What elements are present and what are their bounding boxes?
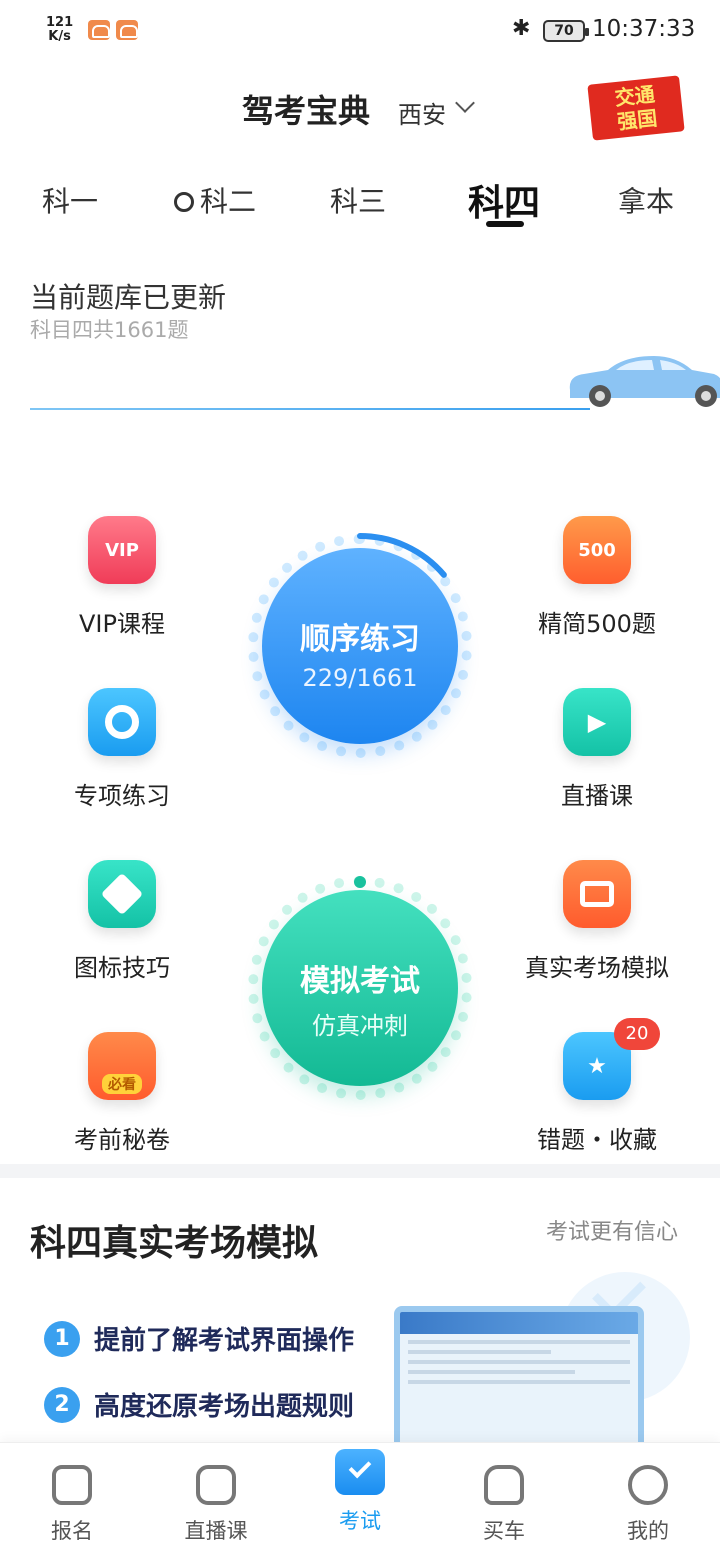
- nav-profile[interactable]: 我的: [576, 1443, 720, 1545]
- update-title: 当前题库已更新: [30, 281, 227, 314]
- form-icon: [52, 1465, 92, 1505]
- vip-course[interactable]: VIP VIP课程: [42, 516, 202, 639]
- live-course-label: 直播课: [561, 782, 633, 810]
- vip-icon-text: VIP: [105, 539, 139, 561]
- secret-paper-icon-text: 必看: [102, 1074, 142, 1094]
- preview-line: [408, 1350, 551, 1354]
- nav-signup[interactable]: 报名: [0, 1443, 144, 1545]
- real-exam-sim-label: 真实考场模拟: [525, 954, 669, 982]
- steering-wheel-icon: [174, 192, 194, 212]
- app-title: 驾考宝典: [242, 92, 371, 130]
- road-sign-icon: [88, 860, 156, 928]
- tab-ke2-label: 科二: [200, 185, 257, 218]
- smile-icon: [628, 1465, 668, 1505]
- jing500-label: 精简500题: [538, 610, 656, 638]
- sign-tips-label: 图标技巧: [74, 954, 170, 982]
- road-sign-glyph: [88, 860, 156, 928]
- simulation-title: 科四真实考场模拟: [30, 1223, 319, 1264]
- sequential-practice-button[interactable]: 顺序练习 229/1661: [262, 548, 458, 744]
- point-text: 高度还原考场出题规则: [94, 1392, 355, 1422]
- tab-ke4[interactable]: 科四: [468, 174, 540, 226]
- preview-title-bar: [400, 1312, 638, 1334]
- update-progress-line: [30, 408, 590, 410]
- target-glyph: [88, 688, 156, 756]
- nav-buy-car-label: 买车: [483, 1519, 525, 1543]
- sequential-practice-progress: 229/1661: [302, 664, 418, 692]
- secret-paper[interactable]: 必看 考前秘卷: [42, 1032, 202, 1155]
- car-nav-icon: [484, 1465, 524, 1505]
- point-number: 2: [44, 1386, 80, 1423]
- battery-icon: 70: [543, 20, 589, 42]
- sign-tips[interactable]: 图标技巧: [42, 860, 202, 983]
- active-tab-indicator: [486, 221, 524, 227]
- point-text: 提前了解考试界面操作: [94, 1326, 355, 1356]
- secret-paper-label: 考前秘卷: [74, 1126, 170, 1154]
- nav-exam[interactable]: 考试: [288, 1443, 432, 1535]
- tab-ke1[interactable]: 科一: [42, 180, 98, 220]
- subject-tabs: 科一 科二 科三 科四 拿本: [0, 170, 720, 230]
- target-icon: [88, 688, 156, 756]
- mock-exam-dot: [354, 876, 366, 888]
- tab-license[interactable]: 拿本: [618, 180, 674, 220]
- tab-ke2[interactable]: 科二: [174, 180, 256, 220]
- sequential-practice-title: 顺序练习: [300, 622, 420, 657]
- nav-buy-car[interactable]: 买车: [432, 1443, 576, 1545]
- 500-icon-text: 500: [578, 539, 616, 561]
- simulation-tag: 考试更有信心: [546, 1220, 679, 1245]
- section-divider: [0, 1164, 720, 1178]
- nav-profile-label: 我的: [627, 1519, 669, 1543]
- preview-line: [408, 1340, 630, 1344]
- network-speed-unit: K/s: [48, 29, 71, 44]
- notification-icon: [88, 20, 110, 40]
- nav-live-label: 直播课: [184, 1519, 248, 1543]
- real-exam-sim[interactable]: 真实考场模拟: [517, 860, 677, 983]
- tv-icon: [196, 1465, 236, 1505]
- chevron-down-icon[interactable]: [455, 93, 475, 113]
- nav-live[interactable]: 直播课: [144, 1443, 288, 1545]
- 500-icon: 500: [563, 516, 631, 584]
- secret-paper-glyph: 必看: [88, 1032, 156, 1100]
- video-icon: ▶: [563, 688, 631, 756]
- video-glyph: ▶: [587, 708, 607, 736]
- simulation-point: 1 提前了解考试界面操作: [44, 1320, 354, 1357]
- vip-course-label: VIP课程: [79, 610, 165, 638]
- mock-exam-title: 模拟考试: [300, 964, 420, 999]
- network-speed-value: 121: [46, 15, 74, 30]
- update-subtitle: 科目四共1661题: [30, 318, 189, 342]
- wrong-count-badge: 20: [614, 1018, 660, 1050]
- nav-signup-label: 报名: [51, 1519, 93, 1543]
- simulation-point: 2 高度还原考场出题规则: [44, 1386, 354, 1423]
- special-practice[interactable]: 专项练习: [42, 688, 202, 811]
- preview-line: [408, 1370, 575, 1374]
- nav-exam-label: 考试: [339, 1509, 381, 1533]
- point-number: 1: [44, 1320, 80, 1357]
- vip-icon: VIP: [88, 516, 156, 584]
- jing500[interactable]: 500 精简500题: [517, 516, 677, 639]
- secret-paper-icon: 必看: [88, 1032, 156, 1100]
- mock-exam-button[interactable]: 模拟考试 仿真冲刺: [262, 890, 458, 1086]
- tab-ke3[interactable]: 科三: [330, 180, 386, 220]
- live-course[interactable]: ▶ 直播课: [517, 688, 677, 811]
- clock: 10:37:33: [592, 16, 696, 42]
- exam-folder-icon: [335, 1449, 385, 1495]
- city-selector[interactable]: 西安: [398, 95, 446, 130]
- monitor-glyph: [563, 860, 631, 928]
- network-speed: 121 K/s: [46, 16, 73, 44]
- special-practice-label: 专项练习: [74, 782, 170, 810]
- car-icon: [569, 356, 720, 407]
- mock-exam-subtitle: 仿真冲刺: [312, 1012, 408, 1040]
- bluetooth-icon: ✱: [512, 16, 531, 41]
- wrong-favorites-label: 错题・收藏: [537, 1126, 657, 1154]
- status-bar: 121 K/s ✱ 70 10:37:33: [0, 0, 720, 64]
- slogan-badge[interactable]: 交通 强国: [587, 75, 685, 141]
- preview-line: [408, 1380, 630, 1384]
- monitor-icon: [563, 860, 631, 928]
- exam-screen-preview[interactable]: [394, 1306, 644, 1452]
- notification-icon: [116, 20, 138, 40]
- bottom-navigation: 报名 直播课 考试 买车 我的: [0, 1442, 720, 1560]
- wrong-favorites[interactable]: ★ 错题・收藏: [517, 1032, 677, 1155]
- preview-line: [408, 1360, 630, 1364]
